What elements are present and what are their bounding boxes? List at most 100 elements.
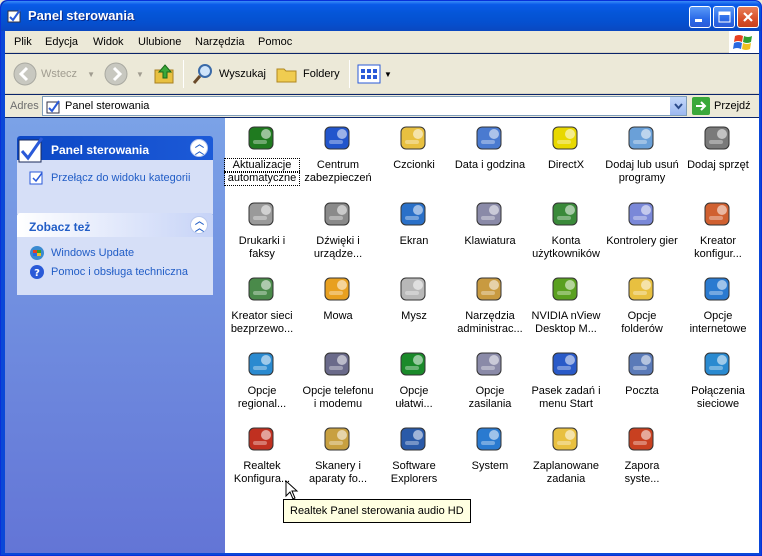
cp-item-label: Data i godzina bbox=[454, 159, 526, 171]
cp-item[interactable]: Kreator konfigur... bbox=[681, 198, 755, 261]
cp-item[interactable]: Kreator sieci bezprzewo... bbox=[225, 273, 299, 336]
cp-item-label: Drukarki i bbox=[238, 235, 286, 247]
see-also-title: Zobacz też bbox=[29, 220, 91, 234]
cp-item[interactable]: Opcje folderów bbox=[605, 273, 679, 336]
address-dropdown-button[interactable] bbox=[669, 97, 686, 115]
cp-item[interactable]: Opcje ułatwi... bbox=[377, 348, 451, 411]
cp-item[interactable]: Kontrolery gier bbox=[605, 198, 679, 248]
help-support-link[interactable]: ? Pomoc i obsługa techniczna bbox=[29, 264, 188, 280]
back-button[interactable]: Wstecz ▼ bbox=[13, 62, 95, 86]
cp-item[interactable]: Konta użytkowników bbox=[529, 198, 603, 261]
collapse-button[interactable]: ︿ ︿ bbox=[190, 139, 208, 157]
close-button[interactable] bbox=[737, 6, 759, 28]
collapse-button[interactable]: ︿ ︿ bbox=[190, 216, 208, 234]
forward-dropdown-icon[interactable]: ▼ bbox=[136, 70, 144, 79]
switch-category-view-link[interactable]: Przełącz do widoku kategorii bbox=[29, 170, 190, 186]
cp-item[interactable]: Opcje zasilania bbox=[453, 348, 527, 411]
chevron-up-icon: ︿ ︿ bbox=[195, 216, 205, 233]
cp-item-label: Mowa bbox=[323, 310, 353, 322]
menu-edit[interactable]: Edycja bbox=[45, 36, 78, 48]
menu-tools[interactable]: Narzędzia bbox=[195, 36, 245, 48]
cp-item[interactable]: Skanery i aparaty fo... bbox=[301, 423, 375, 486]
cp-item-label-line2: automatyczne bbox=[224, 171, 300, 186]
speech-icon bbox=[324, 277, 350, 301]
explorer-window: Panel sterowania Plik Edycja Widok Ulubi… bbox=[0, 0, 762, 556]
cp-item[interactable]: Opcje internetowe bbox=[681, 273, 755, 336]
views-icon bbox=[357, 64, 381, 84]
menu-bar: Plik Edycja Widok Ulubione Narzędzia Pom… bbox=[5, 31, 759, 53]
user-accounts-icon bbox=[552, 202, 578, 226]
cp-item[interactable]: Dźwięki i urządze... bbox=[301, 198, 375, 261]
cp-item[interactable]: Dodaj lub usuń programy bbox=[605, 122, 679, 185]
cp-item[interactable]: Opcje telefonu i modemu bbox=[301, 348, 375, 411]
views-dropdown-icon[interactable]: ▼ bbox=[384, 70, 392, 79]
up-folder-button[interactable] bbox=[153, 62, 177, 86]
cp-item-label: Poczta bbox=[625, 385, 659, 397]
cp-item[interactable]: Drukarki i faksy bbox=[225, 198, 299, 261]
cp-item[interactable]: Mysz bbox=[377, 273, 451, 323]
views-button[interactable]: ▼ bbox=[357, 62, 392, 86]
cp-item[interactable]: Czcionki bbox=[377, 122, 451, 172]
cp-item[interactable]: Klawiatura bbox=[453, 198, 527, 248]
cp-item[interactable]: Mowa bbox=[301, 273, 375, 323]
cp-item[interactable]: Realtek Konfigura... bbox=[225, 423, 299, 486]
see-also-header[interactable]: Zobacz też ︿ ︿ bbox=[17, 213, 213, 237]
title-bar[interactable]: Panel sterowania bbox=[1, 1, 761, 31]
menu-help[interactable]: Pomoc bbox=[258, 36, 292, 48]
cp-item[interactable]: Pasek zadań i menu Start bbox=[529, 348, 603, 411]
cp-item[interactable]: Zaplanowane zadania bbox=[529, 423, 603, 486]
control-panel-large-icon bbox=[18, 137, 44, 163]
cp-item[interactable]: Data i godzina bbox=[453, 122, 527, 172]
cp-item-label-line2: konfigur... bbox=[694, 248, 742, 260]
cp-item-label-line2: syste... bbox=[624, 473, 660, 485]
menu-favorites[interactable]: Ulubione bbox=[138, 36, 181, 48]
cp-item-label-line2: zabezpieczeń bbox=[304, 172, 372, 184]
printer-icon bbox=[248, 202, 274, 226]
clock-icon bbox=[476, 126, 502, 150]
fonts-folder-icon bbox=[400, 126, 426, 150]
minimize-button[interactable] bbox=[689, 6, 711, 28]
cp-item[interactable]: Software Explorers bbox=[377, 423, 451, 486]
cp-item-label: Opcje telefonu bbox=[302, 385, 374, 397]
control-panel-small-icon bbox=[46, 100, 60, 114]
cp-item[interactable]: Ekran bbox=[377, 198, 451, 248]
cp-item[interactable]: Opcje regional... bbox=[225, 348, 299, 411]
accessibility-icon bbox=[400, 352, 426, 376]
cp-item[interactable]: Aktualizacje automatyczne bbox=[224, 122, 300, 186]
cp-item-label: Opcje bbox=[247, 385, 277, 397]
cp-item-label: Opcje zasilania bbox=[468, 385, 512, 410]
task-box-header[interactable]: Panel sterowania ︿ ︿ bbox=[17, 136, 213, 163]
category-view-icon bbox=[29, 171, 43, 185]
menu-file[interactable]: Plik bbox=[14, 36, 32, 48]
forward-button[interactable]: ▼ bbox=[104, 62, 144, 86]
cp-item[interactable]: NVIDIA nView Desktop M... bbox=[529, 273, 603, 336]
chevron-up-icon: ︿ ︿ bbox=[195, 139, 205, 156]
windows-update-link[interactable]: Windows Update bbox=[29, 245, 134, 261]
cp-item-label: Kreator bbox=[699, 235, 737, 247]
firewall-icon bbox=[628, 427, 654, 451]
maximize-button[interactable] bbox=[713, 6, 735, 28]
cp-item[interactable]: Zapora syste... bbox=[605, 423, 679, 486]
cp-item-label-line2: faksy bbox=[249, 248, 275, 260]
cp-item[interactable]: Dodaj sprzęt bbox=[681, 122, 755, 172]
cp-item[interactable]: Poczta bbox=[605, 348, 679, 398]
cp-item[interactable]: DirectX bbox=[529, 122, 603, 172]
cp-item[interactable]: Połączenia sieciowe bbox=[681, 348, 755, 411]
address-bar: Adres Panel sterowania Przejdź bbox=[5, 95, 759, 117]
back-arrow-icon bbox=[13, 62, 37, 86]
cp-item[interactable]: Narzędzia administrac... bbox=[453, 273, 527, 336]
search-button[interactable]: Wyszukaj bbox=[191, 62, 266, 86]
back-dropdown-icon[interactable]: ▼ bbox=[87, 70, 95, 79]
cp-item-label-line2: programy bbox=[618, 172, 666, 184]
cp-item-label: DirectX bbox=[547, 159, 585, 171]
folders-button[interactable]: Foldery bbox=[275, 62, 340, 86]
toolbar: Wstecz ▼ ▼ Wyszukaj Foldery ▼ bbox=[5, 54, 759, 94]
nvidia-icon bbox=[552, 277, 578, 301]
go-button[interactable]: Przejdź bbox=[692, 97, 751, 115]
menu-view[interactable]: Widok bbox=[93, 36, 124, 48]
address-input[interactable]: Panel sterowania bbox=[42, 96, 687, 116]
cp-item[interactable]: Centrum zabezpieczeń bbox=[301, 122, 375, 185]
cp-item-label: Skanery i bbox=[315, 460, 361, 472]
system-icon bbox=[476, 427, 502, 451]
cp-item[interactable]: System bbox=[453, 423, 527, 473]
